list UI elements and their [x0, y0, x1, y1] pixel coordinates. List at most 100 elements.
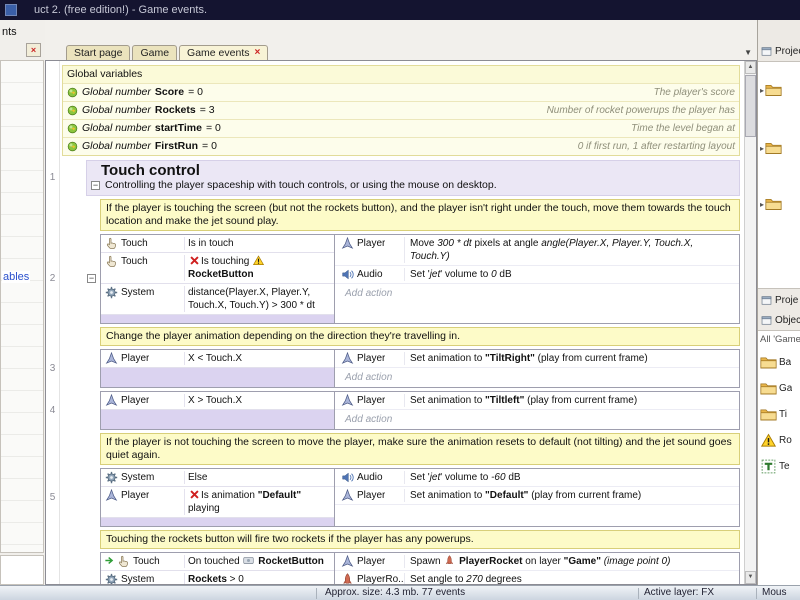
condition-row[interactable]: Player Is animation "Default" playing — [101, 487, 334, 518]
status-size-text: Approx. size: 4.3 mb. 77 events — [325, 587, 466, 598]
actions-column: Player Move 300 * dt pixels at angle angl… — [335, 235, 739, 323]
left-list-panel[interactable]: ables — [0, 60, 44, 553]
add-action-link[interactable]: Add action — [335, 284, 739, 303]
collapse-toggle-icon[interactable]: − — [91, 181, 100, 190]
object-item[interactable]: Ga — [758, 375, 800, 401]
action-row[interactable]: Player Spawn PlayerRocket on layer "Game"… — [335, 553, 739, 571]
object-item[interactable]: Ba — [758, 349, 800, 375]
objects-filter-label: All 'Game — [760, 334, 800, 345]
tab-game[interactable]: Game — [132, 45, 178, 60]
global-value: = 3 — [199, 104, 215, 116]
event-block[interactable]: Player X < Touch.X Player Set animation to … — [100, 349, 740, 388]
chevron-right-icon: ▸ — [760, 85, 765, 95]
text-segment: (play from current frame) — [534, 353, 648, 364]
condition-row[interactable]: Player X > Touch.X — [101, 392, 334, 410]
text-segment: Is in touch — [188, 238, 234, 249]
chevron-right-icon: ▸ — [760, 199, 765, 209]
action-text: Move 300 * dt pixels at angle angle(Play… — [405, 237, 739, 263]
status-active-layer-text: Active layer: FX — [644, 587, 715, 598]
action-row[interactable]: Player Move 300 * dt pixels at angle angl… — [335, 235, 739, 266]
scroll-up-icon[interactable]: ▲ — [745, 61, 756, 74]
action-object: Player — [335, 394, 405, 407]
condition-row[interactable]: Touch On touched RocketButton — [101, 553, 334, 571]
scrollbar-thumb[interactable] — [745, 75, 756, 137]
object-item[interactable]: Te — [758, 453, 800, 479]
comment-block[interactable]: If the player is touching the screen (bu… — [100, 199, 740, 231]
projects-tree: ▸ ▸ ▸ — [758, 61, 800, 289]
tree-item[interactable]: ▸ — [760, 197, 782, 211]
condition-text: Is in touch — [185, 237, 334, 250]
condition-row[interactable]: Touch Is in touch — [101, 235, 334, 253]
warning-icon — [253, 255, 265, 266]
action-row[interactable]: Player Set animation to "Default" (play f… — [335, 487, 739, 505]
globals-header: Global variables — [67, 68, 143, 80]
event-block[interactable]: Touch On touched RocketButton System Rocket… — [100, 552, 740, 584]
object-label: Te — [779, 460, 790, 472]
condition-row[interactable]: System distance(Player.X, Player.Y, Touch… — [101, 284, 334, 315]
tab-close-icon[interactable]: × — [255, 48, 261, 58]
touch-icon — [117, 555, 130, 568]
group-block[interactable]: Touch control − Controlling the player spa… — [86, 160, 740, 196]
left-panel-link[interactable]: ables — [2, 271, 31, 283]
object-name: Touch — [121, 256, 148, 267]
global-variable-row[interactable]: Global number Score = 0 The player's score — [63, 83, 739, 101]
text-segment: "Tiltleft" — [485, 395, 525, 406]
tab-overflow-dropdown-icon[interactable]: ▼ — [744, 48, 752, 57]
condition-row[interactable]: System Rockets > 0 — [101, 571, 334, 584]
condition-object: Touch — [101, 555, 185, 568]
action-row[interactable]: Player Set animation to "Tiltleft" (play … — [335, 392, 739, 410]
text-segment: on layer — [522, 556, 564, 567]
condition-row[interactable]: Touch Is touching RocketButton — [101, 253, 334, 284]
secondary-panel-header[interactable]: Proje — [758, 292, 800, 309]
event-block[interactable]: − Touch Is in touch Touch Is touching Rocket… — [87, 234, 740, 324]
object-item[interactable]: Ro — [758, 427, 800, 453]
comment-block[interactable]: Change the player animation depending on… — [100, 327, 740, 346]
action-row[interactable]: Audio Set 'jet' volume to 0 dB — [335, 266, 739, 284]
add-action-link[interactable]: Add action — [335, 368, 739, 387]
vertical-scrollbar[interactable]: ▲ ▼ — [744, 61, 756, 584]
tab-start-page[interactable]: Start page — [66, 45, 131, 60]
object-item[interactable]: Ti — [758, 401, 800, 427]
global-variable-row[interactable]: Global number Rockets = 3 Number of rocket … — [63, 101, 739, 119]
action-row[interactable]: Player Set animation to "TiltRight" (play… — [335, 350, 739, 368]
text-segment: Set animation to — [410, 395, 486, 406]
object-label: Ti — [779, 408, 787, 420]
tab-game-events[interactable]: Game events × — [179, 45, 269, 60]
folder-icon — [760, 381, 777, 396]
conditions-column: Touch Is in touch Touch Is touching RocketB… — [101, 235, 335, 323]
action-row[interactable]: Audio Set 'jet' volume to -60 dB — [335, 469, 739, 487]
event-block[interactable]: System Else Player Is animation "Default" p… — [100, 468, 740, 527]
event-block[interactable]: Player X > Touch.X Player Set animation to … — [100, 391, 740, 430]
comment-block[interactable]: If the player is not touching the screen… — [100, 433, 740, 465]
add-action-link[interactable]: Add action — [335, 410, 739, 429]
panel-icon — [761, 315, 772, 326]
condition-object: System — [101, 573, 185, 584]
folder-icon — [760, 407, 777, 422]
collapse-toggle-icon[interactable]: − — [87, 274, 96, 283]
text-segment: pixels at angle — [471, 238, 542, 249]
tree-item[interactable]: ▸ — [760, 141, 782, 155]
action-row[interactable]: PlayerRo... Set angle to 270 degrees — [335, 571, 739, 584]
trigger-icon — [104, 555, 115, 566]
condition-row[interactable]: System Else — [101, 469, 334, 487]
global-icon — [67, 123, 78, 134]
projects-panel-header[interactable]: Projects — [758, 43, 800, 60]
tab-label: Game — [140, 46, 170, 59]
chevron-right-icon: ▸ — [760, 143, 765, 153]
text-segment: -60 — [491, 472, 506, 483]
global-variable-row[interactable]: Global number startTime = 0 Time the level … — [63, 119, 739, 137]
tree-item[interactable]: ▸ — [760, 83, 782, 97]
left-tab-close-icon[interactable]: × — [26, 43, 41, 57]
event-number-margin: 123456 — [46, 61, 60, 584]
global-variable-row[interactable]: Global number FirstRun = 0 0 if first run, … — [63, 137, 739, 155]
text-segment: degrees — [482, 574, 522, 584]
text-segment: ' volume to — [440, 269, 492, 280]
condition-object: Player — [101, 352, 185, 365]
text-segment: Else — [188, 472, 208, 483]
objects-panel-header[interactable]: Objects — [758, 312, 800, 329]
system-icon — [105, 573, 118, 584]
scroll-down-icon[interactable]: ▼ — [745, 571, 756, 584]
inverted-icon — [189, 489, 200, 500]
condition-row[interactable]: Player X < Touch.X — [101, 350, 334, 368]
comment-block[interactable]: Touching the rockets button will fire tw… — [100, 530, 740, 549]
